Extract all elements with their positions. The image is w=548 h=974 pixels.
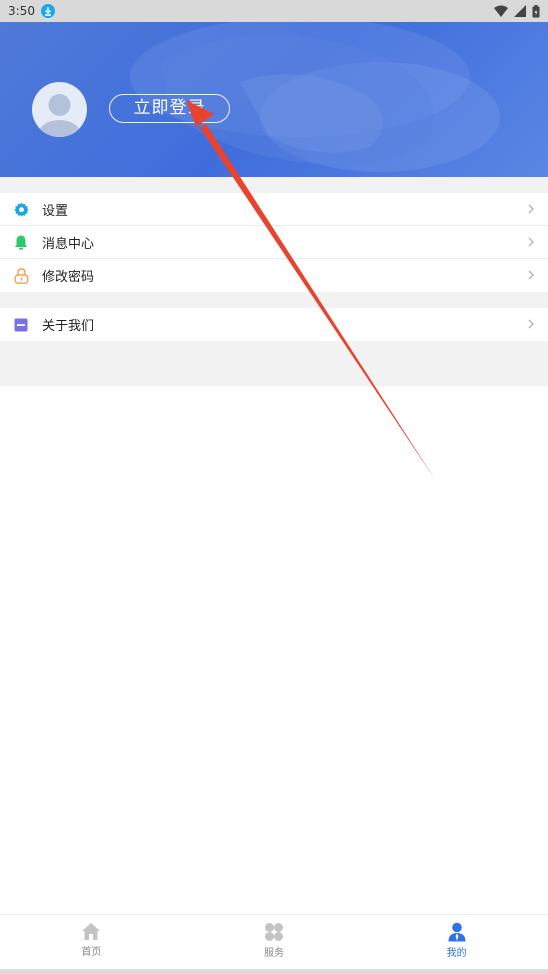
menu-item-message-center[interactable]: 消息中心	[0, 226, 548, 259]
tab-services[interactable]: 服务	[183, 915, 366, 969]
home-icon	[82, 923, 101, 940]
user-icon	[448, 922, 466, 942]
bottom-tab-bar: 首页 服务 我的	[0, 914, 548, 969]
status-bar: 3:50	[0, 0, 548, 22]
tab-label: 首页	[81, 947, 102, 958]
signal-icon	[514, 5, 526, 17]
section-divider	[0, 341, 548, 386]
menu-item-about-us[interactable]: 关于我们	[0, 308, 548, 341]
menu-item-label: 消息中心	[42, 236, 95, 252]
download-icon	[40, 4, 55, 18]
info-card-icon	[13, 317, 29, 333]
menu-item-settings[interactable]: 设置	[0, 193, 548, 226]
chevron-right-icon	[528, 204, 534, 214]
profile-header: 立即登录	[0, 22, 548, 177]
tab-mine[interactable]: 我的	[365, 915, 548, 969]
battery-icon	[532, 4, 540, 17]
chevron-right-icon	[528, 237, 534, 247]
tab-label: 服务	[264, 948, 284, 959]
section-divider	[0, 292, 548, 308]
status-time: 3:50	[8, 4, 35, 18]
tab-home[interactable]: 首页	[0, 915, 183, 969]
menu-item-label: 设置	[42, 203, 69, 219]
menu-item-change-password[interactable]: 修改密码	[0, 259, 548, 292]
login-button[interactable]: 立即登录	[109, 94, 230, 123]
menu-item-label: 修改密码	[42, 270, 95, 285]
avatar[interactable]	[32, 82, 87, 137]
menu-group-account: 设置 消息中心 修改密码	[0, 193, 548, 292]
chevron-right-icon	[528, 319, 534, 329]
bell-icon	[13, 234, 29, 250]
grid-icon	[265, 923, 283, 941]
chevron-right-icon	[528, 270, 534, 280]
lock-icon	[13, 267, 29, 284]
wifi-icon	[494, 5, 508, 17]
tab-label: 我的	[446, 948, 467, 959]
menu-item-label: 关于我们	[42, 319, 95, 334]
menu-group-about: 关于我们	[0, 308, 548, 341]
gear-icon	[13, 201, 29, 217]
system-nav-strip	[0, 969, 548, 974]
section-divider	[0, 177, 548, 193]
